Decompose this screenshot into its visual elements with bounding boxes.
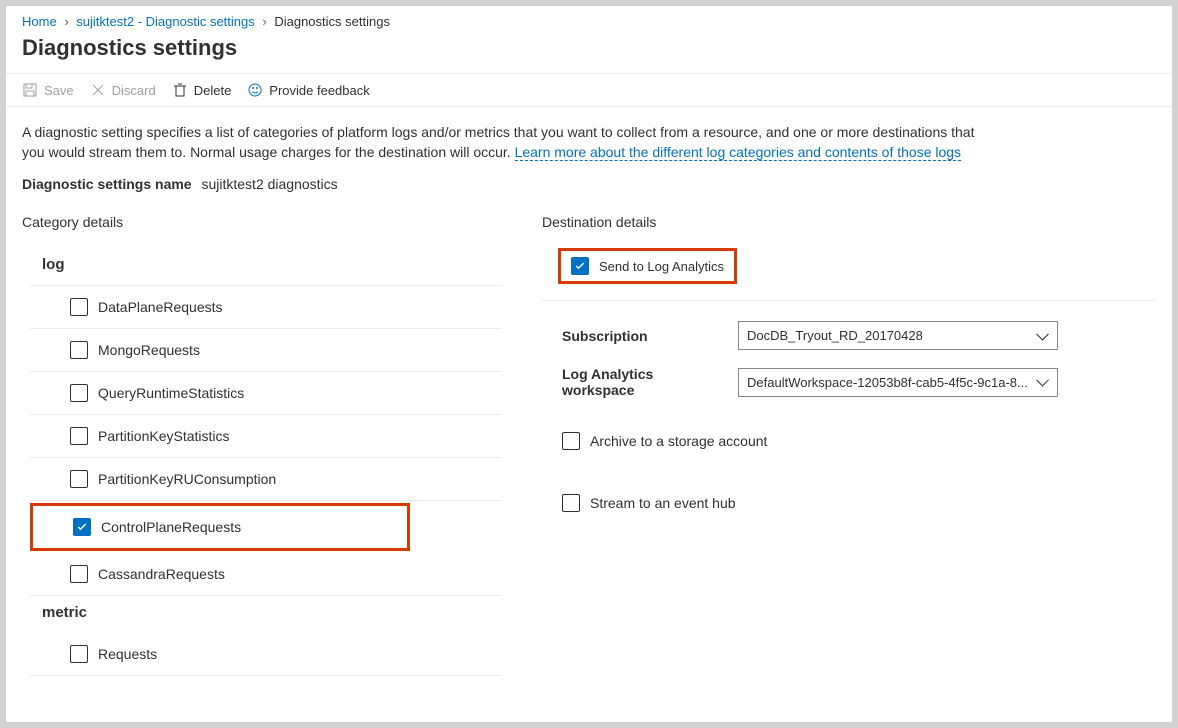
checkbox-partitionkeystatistics[interactable]	[70, 427, 88, 445]
delete-button[interactable]: Delete	[172, 82, 232, 98]
destination-details-header: Destination details	[542, 214, 1156, 230]
smiley-icon	[247, 82, 263, 98]
group-log-header: log	[30, 248, 502, 286]
feedback-label: Provide feedback	[269, 83, 369, 98]
feedback-button[interactable]: Provide feedback	[247, 82, 369, 98]
group-metric-header: metric	[30, 596, 502, 633]
checkbox-archive-storage[interactable]	[562, 432, 580, 450]
checkbox-send-log-analytics[interactable]	[571, 257, 589, 275]
category-row: MongoRequests	[30, 329, 502, 372]
check-icon	[76, 521, 88, 533]
setting-name-value: sujitktest2 diagnostics	[201, 176, 337, 192]
checkbox-partitionkeyruconsumption[interactable]	[70, 470, 88, 488]
category-label: QueryRuntimeStatistics	[98, 385, 244, 401]
close-icon	[90, 82, 106, 98]
checkbox-cassandrarequests[interactable]	[70, 565, 88, 583]
category-row: PartitionKeyRUConsumption	[30, 458, 502, 501]
category-row: Requests	[30, 633, 502, 676]
category-label: DataPlaneRequests	[98, 299, 223, 315]
subscription-select[interactable]: DocDB_Tryout_RD_20170428	[738, 321, 1058, 350]
send-log-analytics-label: Send to Log Analytics	[599, 259, 724, 274]
breadcrumb: Home › sujitktest2 - Diagnostic settings…	[6, 6, 1172, 29]
breadcrumb-current: Diagnostics settings	[274, 14, 390, 29]
breadcrumb-home[interactable]: Home	[22, 14, 57, 29]
category-label: CassandraRequests	[98, 566, 225, 582]
workspace-label: Log Analytics workspace	[562, 366, 722, 398]
category-details-header: Category details	[22, 214, 502, 230]
toolbar: Save Discard Delete Provide feedback	[6, 73, 1172, 107]
category-row: CassandraRequests	[30, 553, 502, 596]
trash-icon	[172, 82, 188, 98]
category-row: PartitionKeyStatistics	[30, 415, 502, 458]
check-icon	[574, 260, 586, 272]
save-icon	[22, 82, 38, 98]
subscription-row: Subscription DocDB_Tryout_RD_20170428	[542, 313, 1156, 358]
chevron-right-icon: ›	[262, 14, 266, 29]
category-row: DataPlaneRequests	[30, 286, 502, 329]
category-label: Requests	[98, 646, 157, 662]
checkbox-dataplanerequests[interactable]	[70, 298, 88, 316]
checkbox-requests[interactable]	[70, 645, 88, 663]
page-title: Diagnostics settings	[6, 29, 1172, 73]
delete-label: Delete	[194, 83, 232, 98]
archive-storage-label: Archive to a storage account	[590, 433, 767, 449]
chevron-right-icon: ›	[64, 14, 68, 29]
checkbox-event-hub[interactable]	[562, 494, 580, 512]
checkbox-queryruntimestatistics[interactable]	[70, 384, 88, 402]
event-hub-label: Stream to an event hub	[590, 495, 736, 511]
category-row-highlighted: ControlPlaneRequests	[30, 503, 410, 551]
category-row: QueryRuntimeStatistics	[30, 372, 502, 415]
breadcrumb-item-1[interactable]: sujitktest2 - Diagnostic settings	[76, 14, 254, 29]
save-label: Save	[44, 83, 74, 98]
send-log-analytics-highlight: Send to Log Analytics	[558, 248, 737, 284]
category-label: PartitionKeyRUConsumption	[98, 471, 276, 487]
workspace-select[interactable]: DefaultWorkspace-12053b8f-cab5-4f5c-9c1a…	[738, 368, 1058, 397]
checkbox-controlplanerequests[interactable]	[73, 518, 91, 536]
checkbox-mongorequests[interactable]	[70, 341, 88, 359]
category-label: PartitionKeyStatistics	[98, 428, 230, 444]
workspace-row: Log Analytics workspace DefaultWorkspace…	[542, 358, 1156, 406]
discard-button[interactable]: Discard	[90, 82, 156, 98]
setting-name-row: Diagnostic settings name sujitktest2 dia…	[22, 176, 1156, 192]
category-label: MongoRequests	[98, 342, 200, 358]
category-label: ControlPlaneRequests	[101, 519, 241, 535]
setting-name-label: Diagnostic settings name	[22, 176, 192, 192]
discard-label: Discard	[112, 83, 156, 98]
save-button[interactable]: Save	[22, 82, 74, 98]
learn-more-link[interactable]: Learn more about the different log categ…	[515, 144, 961, 161]
intro-text: A diagnostic setting specifies a list of…	[22, 123, 982, 162]
subscription-label: Subscription	[562, 328, 722, 344]
